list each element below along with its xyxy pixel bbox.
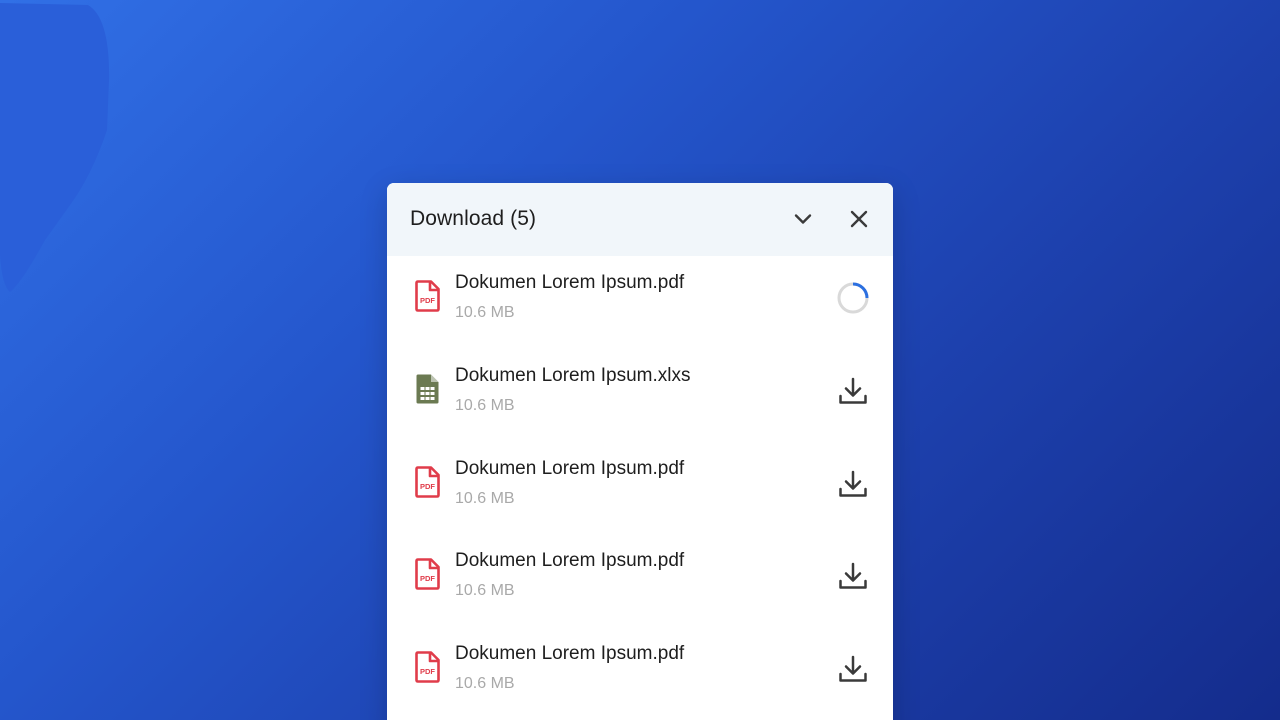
file-name: Dokumen Lorem Ipsum.xlxs bbox=[455, 364, 691, 386]
file-size: 10.6 MB bbox=[455, 675, 515, 693]
file-name: Dokumen Lorem Ipsum.pdf bbox=[455, 457, 685, 479]
download-list-item[interactable]: PDF Dokumen Lorem Ipsum.pdf 10.6 MB bbox=[387, 256, 893, 349]
download-button[interactable] bbox=[835, 373, 871, 409]
pdf-file-icon: PDF bbox=[415, 465, 440, 498]
svg-text:PDF: PDF bbox=[420, 574, 435, 583]
background-shape bbox=[0, 3, 110, 292]
download-button[interactable] bbox=[835, 466, 871, 502]
file-size: 10.6 MB bbox=[455, 582, 515, 600]
download-file-list: PDF Dokumen Lorem Ipsum.pdf 10.6 MB Dokumen… bbox=[387, 256, 893, 720]
download-list-item[interactable]: PDF Dokumen Lorem Ipsum.pdf 10.6 MB bbox=[387, 627, 893, 720]
chevron-down-icon bbox=[794, 214, 812, 224]
file-size: 10.6 MB bbox=[455, 489, 515, 507]
download-panel-header: Download (5) bbox=[387, 183, 893, 256]
download-icon bbox=[839, 377, 867, 404]
close-button[interactable] bbox=[845, 205, 873, 233]
download-progress-indicator bbox=[835, 280, 871, 316]
download-panel: Download (5) PDF Dokumen Lorem Ipsum.pdf 1… bbox=[387, 183, 893, 720]
panel-title: Download (5) bbox=[410, 207, 537, 230]
download-icon bbox=[839, 655, 867, 682]
download-list-item[interactable]: Dokumen Lorem Ipsum.xlxs 10.6 MB bbox=[387, 349, 893, 442]
progress-spinner-icon bbox=[837, 282, 869, 314]
spreadsheet-file-icon bbox=[416, 374, 439, 404]
file-name: Dokumen Lorem Ipsum.pdf bbox=[455, 643, 685, 665]
file-name: Dokumen Lorem Ipsum.pdf bbox=[455, 272, 685, 293]
download-list-item[interactable]: PDF Dokumen Lorem Ipsum.pdf 10.6 MB bbox=[387, 442, 893, 535]
close-icon bbox=[850, 210, 868, 228]
download-list-item[interactable]: PDF Dokumen Lorem Ipsum.pdf 10.6 MB bbox=[387, 534, 893, 627]
pdf-file-icon: PDF bbox=[415, 558, 440, 591]
pdf-file-icon: PDF bbox=[415, 280, 440, 312]
file-size: 10.6 MB bbox=[455, 396, 515, 414]
collapse-button[interactable] bbox=[789, 205, 817, 233]
download-button[interactable] bbox=[835, 651, 871, 687]
download-icon bbox=[839, 470, 867, 497]
file-name: Dokumen Lorem Ipsum.pdf bbox=[455, 550, 685, 572]
svg-text:PDF: PDF bbox=[420, 482, 435, 491]
svg-text:PDF: PDF bbox=[420, 667, 435, 676]
download-icon bbox=[839, 563, 867, 590]
file-size: 10.6 MB bbox=[455, 304, 515, 321]
pdf-file-icon: PDF bbox=[415, 651, 440, 683]
svg-text:PDF: PDF bbox=[420, 296, 435, 305]
download-button[interactable] bbox=[835, 558, 871, 594]
